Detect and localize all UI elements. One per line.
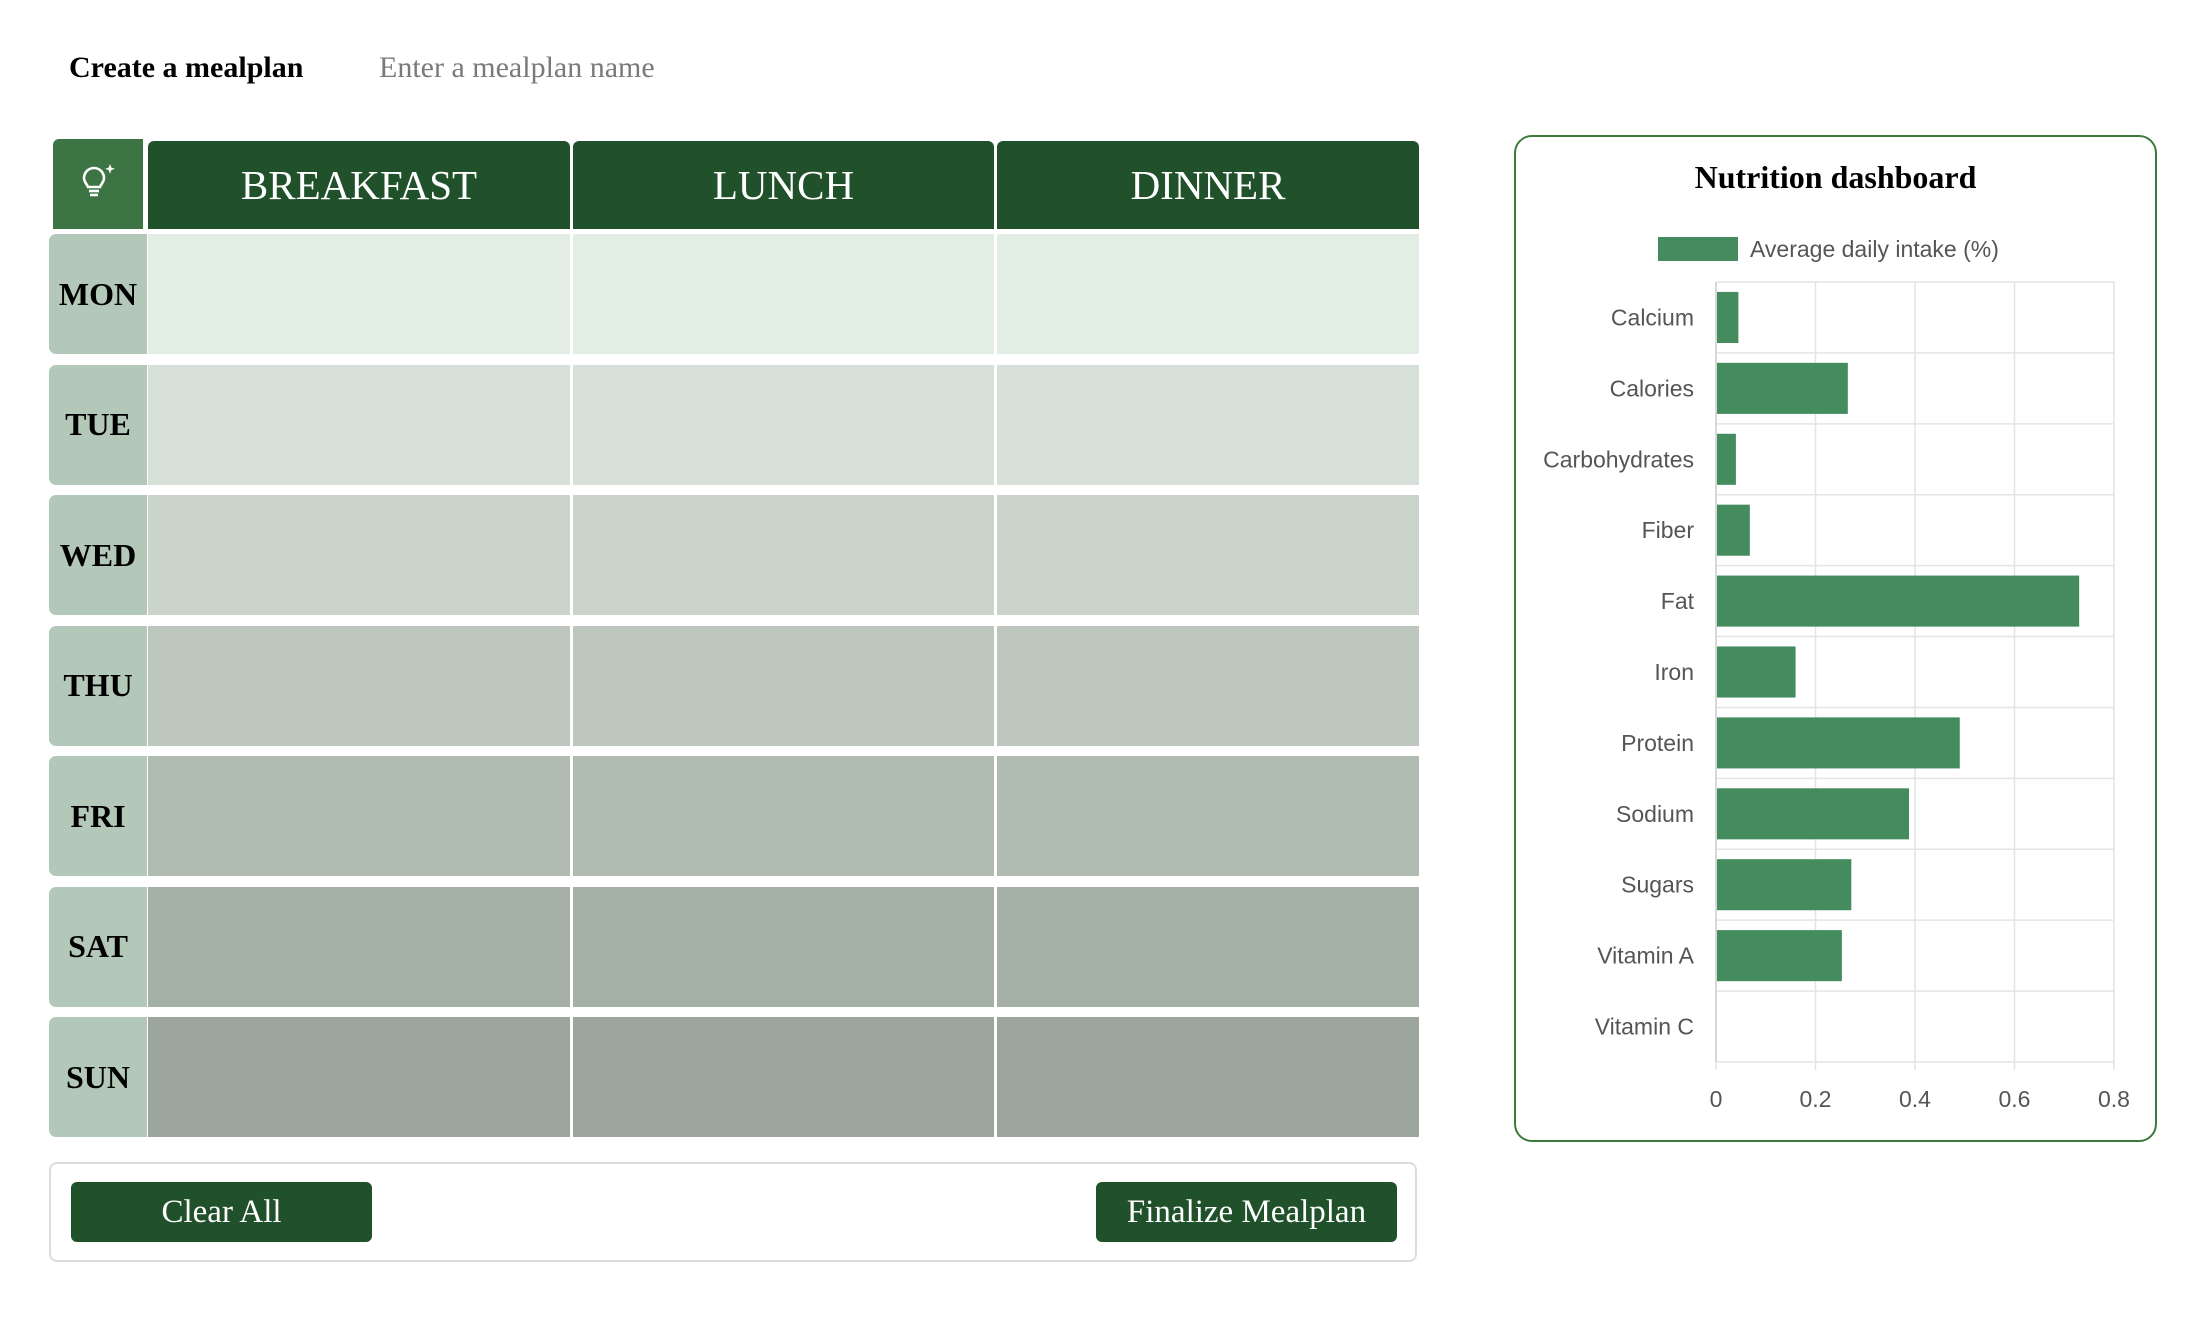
day-row-sun: SUN: [49, 1017, 1419, 1137]
lunch-header: LUNCH: [573, 141, 994, 229]
meal-slot-sun-breakfast[interactable]: [148, 1017, 570, 1137]
meal-slot-wed-dinner[interactable]: [997, 495, 1419, 615]
meal-slot-thu-breakfast[interactable]: [148, 625, 570, 746]
legend-swatch: [1658, 237, 1738, 261]
meal-slot-tue-dinner[interactable]: [997, 364, 1419, 485]
finalize-mealplan-button[interactable]: Finalize Mealplan: [1096, 1182, 1397, 1242]
meal-slot-fri-breakfast[interactable]: [148, 756, 570, 876]
meal-slot-sat-lunch[interactable]: [573, 886, 994, 1007]
meal-slot-tue-breakfast[interactable]: [148, 364, 570, 485]
day-label: SAT: [49, 886, 147, 1007]
meal-slot-sat-dinner[interactable]: [997, 886, 1419, 1007]
y-tick-label: Sodium: [1616, 801, 1694, 827]
meal-slot-fri-dinner[interactable]: [997, 756, 1419, 876]
y-tick-label: Carbohydrates: [1543, 446, 1694, 472]
day-label: TUE: [49, 364, 147, 485]
day-row-fri: FRI: [49, 756, 1419, 876]
y-tick-label: Calcium: [1611, 304, 1694, 330]
bar-fat: [1717, 575, 2080, 627]
day-label: WED: [49, 495, 147, 615]
dinner-header: DINNER: [997, 141, 1419, 229]
bar-iron: [1717, 646, 1796, 698]
nutrition-dashboard: Nutrition dashboard 0 0.2 0.4 0.6 0.8 Calcium…: [1514, 135, 2157, 1142]
y-tick-label: Vitamin C: [1595, 1014, 1694, 1040]
bar-calcium: [1717, 291, 1739, 343]
meal-slot-thu-dinner[interactable]: [997, 625, 1419, 746]
y-tick-label: Iron: [1654, 659, 1694, 685]
meal-slot-sun-dinner[interactable]: [997, 1017, 1419, 1137]
bar-sodium: [1717, 788, 1910, 840]
day-label: THU: [49, 625, 147, 746]
x-tick-label: 0.8: [2098, 1086, 2130, 1112]
meal-slot-mon-breakfast[interactable]: [148, 234, 570, 354]
meal-slot-fri-lunch[interactable]: [573, 756, 994, 876]
day-label: SUN: [49, 1017, 147, 1137]
day-row-thu: THU: [49, 625, 1419, 746]
mealplan-name-input[interactable]: [379, 44, 979, 92]
nutrition-chart: 0 0.2 0.4 0.6 0.8 Calcium Calories Carbohydrate…: [1543, 236, 2130, 1112]
meal-slot-wed-lunch[interactable]: [573, 495, 994, 615]
page-title: Create a mealplan: [69, 51, 304, 84]
clear-all-button[interactable]: Clear All: [71, 1182, 372, 1242]
meal-slot-wed-breakfast[interactable]: [148, 495, 570, 615]
day-row-sat: SAT: [49, 886, 1419, 1007]
x-tick-label: 0.4: [1899, 1086, 1931, 1112]
meal-slot-mon-dinner[interactable]: [997, 234, 1419, 354]
meal-slot-mon-lunch[interactable]: [573, 234, 994, 354]
legend-label: Average daily intake (%): [1750, 236, 1999, 262]
y-tick-label: Protein: [1621, 730, 1694, 756]
day-row-tue: TUE: [49, 364, 1419, 485]
page-header: Create a mealplan: [69, 44, 979, 92]
lightbulb-sparkle-icon: [76, 160, 120, 209]
meal-slot-tue-lunch[interactable]: [573, 364, 994, 485]
y-tick-label: Fat: [1661, 588, 1695, 614]
action-bar: Clear All Finalize Mealplan: [49, 1162, 1417, 1262]
x-tick-label: 0.6: [1999, 1086, 2031, 1112]
meal-slot-thu-lunch[interactable]: [573, 625, 994, 746]
day-row-mon: MON: [49, 234, 1419, 354]
bar-sugars: [1717, 859, 1852, 911]
y-tick-label: Calories: [1610, 375, 1694, 401]
x-tick-label: 0: [1710, 1086, 1723, 1112]
bar-fiber: [1717, 504, 1750, 556]
day-label: MON: [49, 234, 147, 354]
y-tick-label: Sugars: [1621, 872, 1694, 898]
breakfast-header: BREAKFAST: [148, 141, 570, 229]
bar-carbohydrates: [1717, 433, 1736, 485]
x-tick-label: 0.2: [1800, 1086, 1832, 1112]
day-label: FRI: [49, 756, 147, 876]
meal-slot-sun-lunch[interactable]: [573, 1017, 994, 1137]
bar-calories: [1717, 362, 1848, 414]
tips-button[interactable]: [53, 139, 143, 229]
meal-slot-sat-breakfast[interactable]: [148, 886, 570, 1007]
y-tick-label: Fiber: [1642, 517, 1695, 543]
y-tick-label: Vitamin A: [1597, 943, 1694, 969]
bar-protein: [1717, 717, 1960, 769]
bar-vitamin-a: [1717, 930, 1842, 982]
day-row-wed: WED: [49, 495, 1419, 615]
